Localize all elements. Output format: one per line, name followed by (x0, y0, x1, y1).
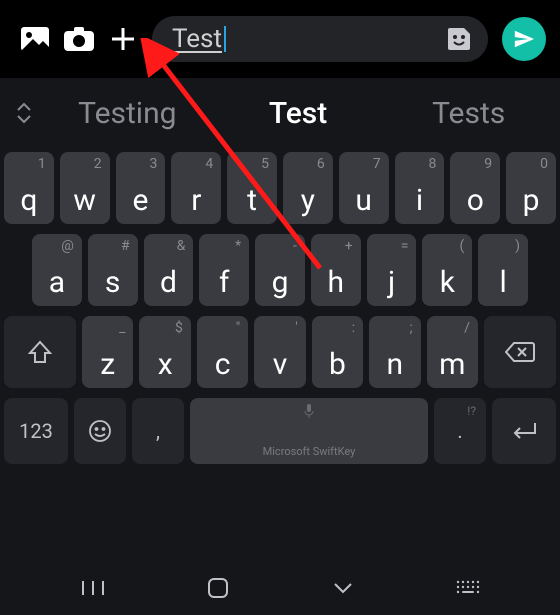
key-y[interactable]: 6y (283, 152, 333, 224)
sticker-icon[interactable] (444, 24, 474, 54)
suggestion-bar: Testing Test Tests (0, 78, 560, 148)
input-text: Test (172, 26, 226, 52)
key-m[interactable]: /m (427, 316, 478, 388)
key-row-1: 1q2w3e4r5t6y7u8i9o0p (4, 152, 556, 224)
period-label: . (457, 419, 462, 443)
home-button[interactable] (188, 577, 248, 599)
period-key[interactable]: !? . (434, 398, 486, 464)
key-t[interactable]: 5t (227, 152, 277, 224)
mic-icon (303, 404, 315, 422)
key-e[interactable]: 3e (116, 152, 166, 224)
key-s[interactable]: #s (88, 234, 138, 306)
send-button[interactable] (502, 17, 546, 61)
keyboard-switch-button[interactable] (438, 579, 498, 597)
key-f[interactable]: *f (199, 234, 249, 306)
spacebar[interactable]: Microsoft SwiftKey (190, 398, 428, 464)
numeric-key[interactable]: 123 (4, 398, 68, 464)
key-d[interactable]: &d (144, 234, 194, 306)
key-b[interactable]: :b (312, 316, 363, 388)
key-g[interactable]: -g (255, 234, 305, 306)
recents-button[interactable] (63, 579, 123, 597)
key-o[interactable]: 9o (450, 152, 500, 224)
keyboard-brand: Microsoft SwiftKey (263, 445, 356, 458)
key-h[interactable]: +h (311, 234, 361, 306)
camera-icon[interactable] (64, 24, 94, 54)
key-row-2: @a#s&d*f-g+h=j(k)l (4, 234, 556, 306)
expand-suggestions-icon[interactable] (6, 101, 42, 125)
message-input-bar: Test (0, 0, 560, 78)
key-x[interactable]: $x (139, 316, 190, 388)
suggestion-center[interactable]: Test (213, 96, 384, 131)
key-i[interactable]: 8i (395, 152, 445, 224)
key-l[interactable]: )l (478, 234, 528, 306)
back-button[interactable] (313, 581, 373, 595)
key-c[interactable]: "c (197, 316, 248, 388)
key-j[interactable]: =j (367, 234, 417, 306)
key-row-bottom: 123 , Microsoft SwiftKey !? . (0, 398, 560, 464)
key-u[interactable]: 7u (339, 152, 389, 224)
key-q[interactable]: 1q (4, 152, 54, 224)
suggestion-right[interactable]: Tests (383, 96, 554, 131)
key-v[interactable]: 'v (254, 316, 305, 388)
plus-icon[interactable] (108, 24, 138, 54)
message-input[interactable]: Test (152, 16, 488, 62)
backspace-key[interactable] (484, 316, 556, 388)
period-sub: !? (467, 404, 476, 418)
key-row-3: _z$x"c'v:b;n/m (4, 316, 556, 388)
key-r[interactable]: 4r (171, 152, 221, 224)
emoji-key[interactable] (74, 398, 126, 464)
comma-key[interactable]: , (132, 398, 184, 464)
system-navbar (0, 561, 560, 615)
comma-label: , (156, 419, 160, 443)
key-w[interactable]: 2w (60, 152, 110, 224)
enter-key[interactable] (492, 398, 556, 464)
key-n[interactable]: ;n (369, 316, 420, 388)
shift-key[interactable] (4, 316, 76, 388)
key-rows: 1q2w3e4r5t6y7u8i9o0p @a#s&d*f-g+h=j(k)l … (0, 148, 560, 388)
key-k[interactable]: (k (422, 234, 472, 306)
key-a[interactable]: @a (32, 234, 82, 306)
key-z[interactable]: _z (82, 316, 133, 388)
keyboard: Testing Test Tests 1q2w3e4r5t6y7u8i9o0p … (0, 78, 560, 615)
gallery-icon[interactable] (20, 24, 50, 54)
key-p[interactable]: 0p (506, 152, 556, 224)
suggestion-left[interactable]: Testing (42, 96, 213, 131)
